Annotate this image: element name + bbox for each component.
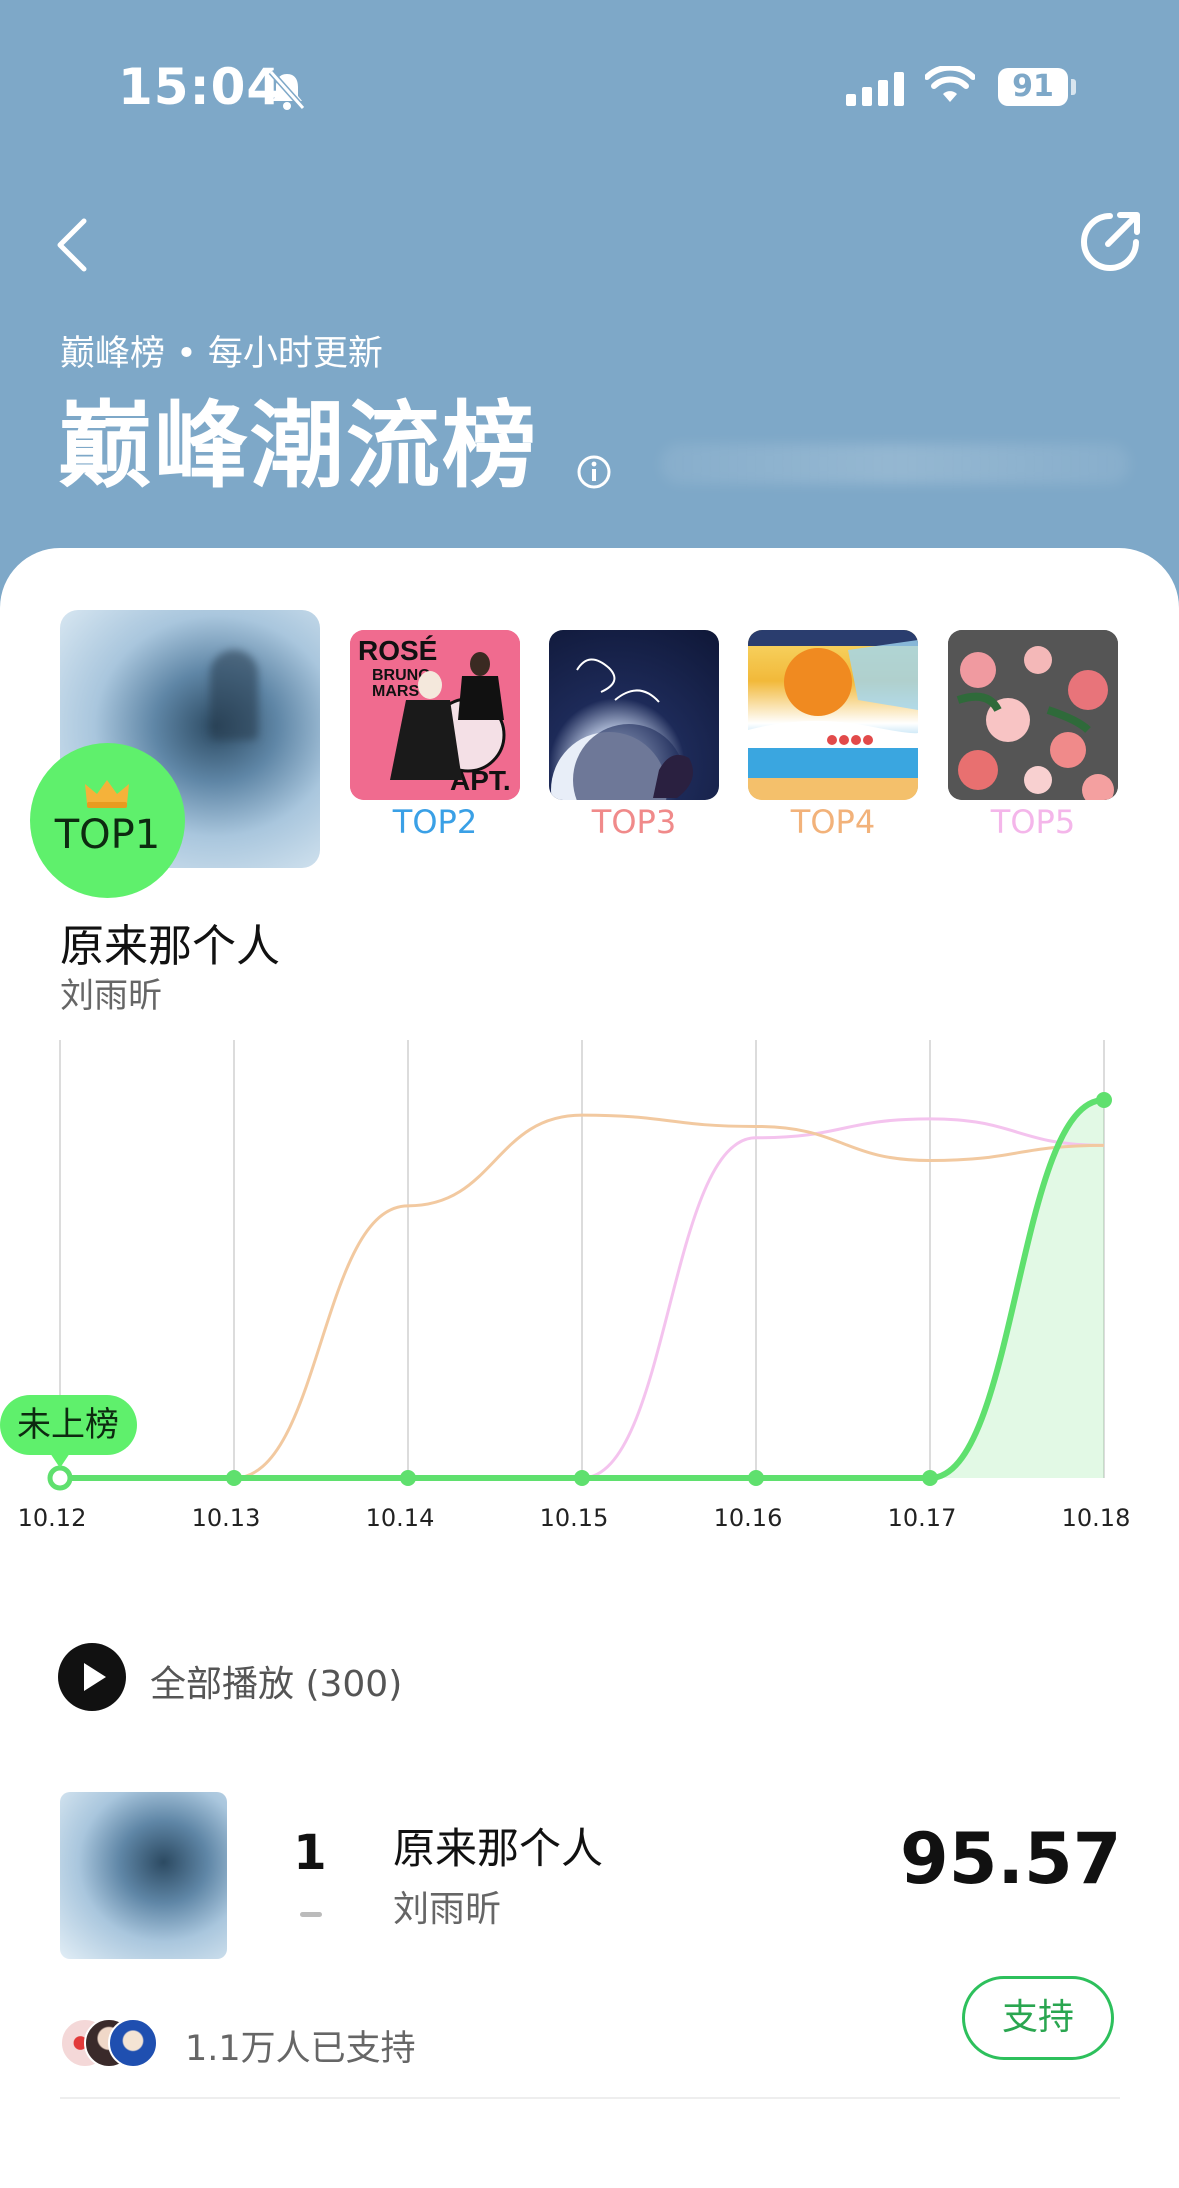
x-tick-label: 10.17 bbox=[888, 1504, 957, 1532]
x-tick-label: 10.18 bbox=[1062, 1504, 1131, 1532]
top2-album-cover[interactable]: ROSÉ BRUNO MARS APT. bbox=[350, 630, 520, 800]
data-point[interactable] bbox=[748, 1470, 764, 1486]
top3-cover-art bbox=[551, 658, 693, 800]
play-icon bbox=[84, 1663, 106, 1691]
play-all-label[interactable]: 全部播放 (300) bbox=[150, 1655, 402, 1707]
bell-muted-icon bbox=[268, 70, 306, 110]
data-point[interactable] bbox=[1096, 1092, 1112, 1108]
song-score: 95.57 bbox=[900, 1818, 1122, 1900]
x-tick-label: 10.16 bbox=[714, 1504, 783, 1532]
battery-indicator: 91 bbox=[998, 68, 1068, 106]
crown-icon bbox=[85, 780, 129, 808]
top2-cover-text-3: MARS bbox=[372, 683, 419, 700]
divider bbox=[60, 2097, 1120, 2099]
song-artist[interactable]: 刘雨昕 bbox=[393, 1880, 501, 1932]
not-on-chart-label: 未上榜 bbox=[17, 1405, 119, 1445]
top-song-title[interactable]: 原来那个人 bbox=[60, 910, 280, 974]
data-point[interactable] bbox=[574, 1470, 590, 1486]
share-icon[interactable] bbox=[1076, 208, 1144, 276]
x-tick-label: 10.14 bbox=[366, 1504, 435, 1532]
support-button[interactable]: 支持 bbox=[962, 1976, 1114, 2060]
rank-unchanged-icon bbox=[300, 1912, 322, 1917]
data-point[interactable] bbox=[922, 1470, 938, 1486]
not-on-chart-badge: 未上榜 bbox=[0, 1395, 137, 1468]
top3-album-cover[interactable] bbox=[549, 630, 719, 800]
play-all-button[interactable] bbox=[58, 1643, 126, 1711]
support-count: 1.1万人已支持 bbox=[185, 2029, 416, 2069]
top3-label: TOP3 bbox=[591, 803, 677, 841]
chart-subtitle: 巅峰榜 • 每小时更新 bbox=[60, 334, 383, 374]
page-title: 巅峰潮流榜 bbox=[58, 392, 539, 501]
data-point[interactable] bbox=[226, 1470, 242, 1486]
blurred-header-text bbox=[660, 444, 1130, 484]
wifi-icon bbox=[925, 66, 975, 102]
top4-album-cover[interactable] bbox=[748, 630, 918, 800]
data-point[interactable] bbox=[400, 1470, 416, 1486]
song-cover[interactable] bbox=[60, 1792, 227, 1959]
info-icon[interactable] bbox=[576, 454, 612, 490]
trend-chart: 10.12 10.13 10.14 10.15 10.16 10.17 10.18 未上榜 bbox=[0, 1040, 1131, 1532]
supporter-avatars bbox=[60, 2018, 180, 2068]
x-tick-label: 10.12 bbox=[18, 1504, 87, 1532]
back-icon[interactable] bbox=[50, 215, 94, 275]
song-rank: 1 bbox=[293, 1825, 327, 1881]
top4-cover-art bbox=[748, 630, 918, 800]
top-song-artist[interactable]: 刘雨昕 bbox=[60, 968, 162, 1017]
battery-tip bbox=[1071, 79, 1076, 95]
avatar bbox=[108, 2018, 158, 2068]
top2-cover-text-1: ROSÉ bbox=[358, 635, 437, 666]
top5-label: TOP5 bbox=[990, 803, 1076, 841]
status-time: 15:04 bbox=[118, 58, 283, 116]
top2-cover-art: ROSÉ BRUNO MARS APT. bbox=[350, 630, 520, 800]
data-point[interactable] bbox=[47, 1465, 73, 1491]
x-tick-label: 10.15 bbox=[540, 1504, 609, 1532]
top4-label: TOP4 bbox=[790, 803, 876, 841]
top2-label: TOP2 bbox=[392, 803, 478, 841]
chart-grid bbox=[59, 1040, 1105, 1478]
song-title[interactable]: 原来那个人 bbox=[393, 1815, 603, 1876]
top5-cover-art bbox=[948, 630, 1118, 800]
signal-icon bbox=[846, 72, 904, 106]
top1-label: TOP1 bbox=[54, 812, 161, 858]
x-tick-label: 10.13 bbox=[192, 1504, 261, 1532]
top5-album-cover[interactable] bbox=[948, 630, 1118, 800]
